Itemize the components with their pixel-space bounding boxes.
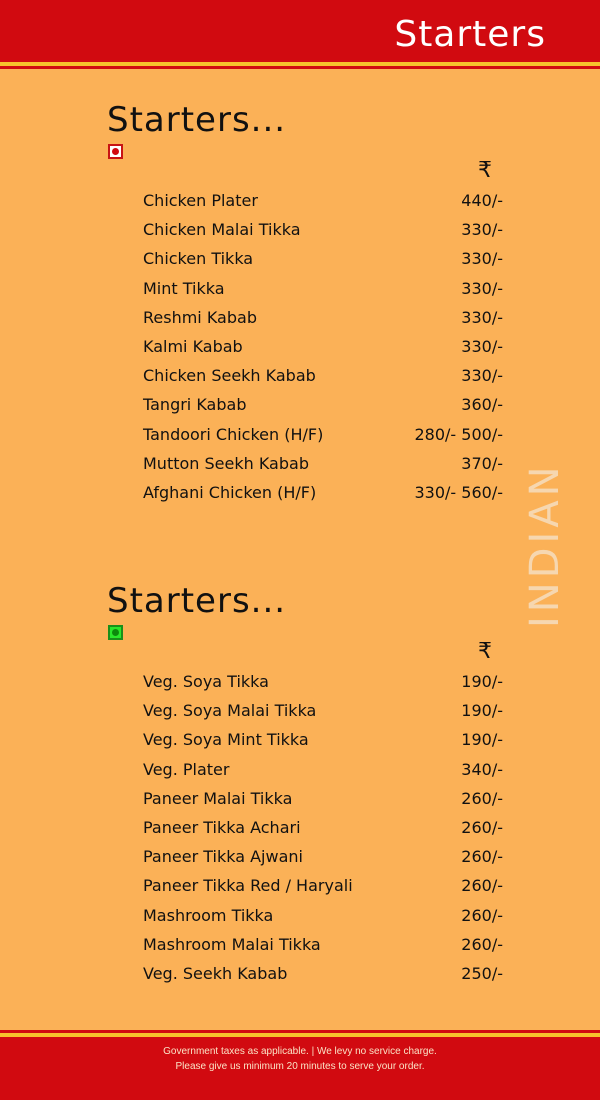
item-name: Paneer Malai Tikka (143, 788, 293, 808)
menu-item: Paneer Tikka Red / Haryali 260/- (143, 871, 503, 900)
item-price: 260/- (461, 788, 503, 808)
item-price: 330/- (461, 278, 503, 298)
item-name: Reshmi Kabab (143, 307, 257, 327)
item-name: Paneer Tikka Red / Haryali (143, 876, 353, 896)
item-name: Chicken Plater (143, 191, 258, 210)
item-name: Mashroom Tikka (143, 905, 274, 925)
menu-item: Veg. Seekh Kabab 250/- (143, 959, 503, 988)
menu-item: Chicken Tikka 330/- (143, 244, 503, 273)
item-price: 260/- (461, 905, 503, 925)
item-name: Tandoori Chicken (H/F) (143, 424, 324, 444)
menu-item: Paneer Tikka Ajwani 260/- (143, 842, 503, 871)
item-name: Veg. Seekh Kabab (143, 963, 288, 983)
item-name: Mint Tikka (143, 278, 225, 298)
item-price: 360/- (461, 395, 503, 415)
item-name: Tangri Kabab (143, 395, 247, 415)
item-price: 330/- 560/- (414, 482, 504, 502)
menu-item: Afghani Chicken (H/F) 330/- 560/- (143, 478, 503, 507)
item-name: Veg. Soya Mint Tikka (143, 730, 309, 750)
item-name: Afghani Chicken (H/F) (143, 482, 317, 502)
menu-item: Paneer Malai Tikka 260/- (143, 784, 503, 813)
section-title: Starters... (107, 100, 287, 140)
item-price: 330/- (461, 366, 503, 386)
item-price: 190/- (461, 672, 503, 691)
item-name: Veg. Soya Malai Tikka (143, 701, 317, 721)
menu-item: Chicken Seekh Kabab 330/- (143, 361, 503, 390)
menu-item: Mashroom Tikka 260/- (143, 901, 503, 930)
footer-band: Government taxes as applicable. | We lev… (0, 1037, 600, 1100)
item-price: 260/- (461, 817, 503, 837)
menu-item: Veg. Plater 340/- (143, 755, 503, 784)
non-veg-starters-section: Starters... ₹ Chicken Plater 440/- Chicke… (0, 100, 600, 520)
footer-note-serving-time: Please give us minimum 20 minutes to ser… (175, 1061, 425, 1072)
item-name: Chicken Malai Tikka (143, 220, 301, 240)
veg-starters-section: Starters... ₹ Veg. Soya Tikka 190/- Veg. … (0, 581, 600, 1001)
rupee-icon: ₹ (478, 158, 492, 183)
menu-list: Chicken Plater 440/- Chicken Malai Tikka 3… (143, 186, 503, 507)
item-name: Paneer Tikka Achari (143, 817, 301, 837)
footer-note-taxes: Government taxes as applicable. | We lev… (163, 1046, 437, 1057)
menu-item: Paneer Tikka Achari 260/- (143, 813, 503, 842)
item-price: 260/- (461, 847, 503, 867)
item-price: 190/- (461, 730, 503, 750)
item-name: Veg. Plater (143, 759, 230, 779)
menu-item: Veg. Soya Malai Tikka 190/- (143, 696, 503, 725)
cuisine-side-label: INDIAN (522, 462, 568, 628)
menu-item: Veg. Soya Tikka 190/- (143, 667, 503, 696)
item-name: Veg. Soya Tikka (143, 672, 269, 691)
header-band: Starters (0, 0, 600, 62)
rupee-icon: ₹ (478, 639, 492, 664)
menu-item: Reshmi Kabab 330/- (143, 303, 503, 332)
item-price: 330/- (461, 220, 503, 240)
item-price: 330/- (461, 307, 503, 327)
non-veg-mark-icon (108, 144, 123, 159)
menu-item: Mint Tikka 330/- (143, 274, 503, 303)
item-name: Kalmi Kabab (143, 336, 243, 356)
menu-item: Tandoori Chicken (H/F) 280/- 500/- (143, 420, 503, 449)
menu-list: Veg. Soya Tikka 190/- Veg. Soya Malai Tik… (143, 667, 503, 988)
item-name: Chicken Tikka (143, 249, 254, 269)
item-price: 330/- (461, 336, 503, 356)
item-price: 260/- (461, 934, 503, 954)
item-price: 440/- (461, 191, 503, 210)
item-name: Mutton Seekh Kabab (143, 453, 309, 473)
menu-item: Veg. Soya Mint Tikka 190/- (143, 725, 503, 754)
menu-item: Chicken Plater 440/- (143, 186, 503, 215)
item-price: 280/- 500/- (414, 424, 504, 444)
item-price: 190/- (461, 701, 503, 721)
section-title: Starters... (107, 581, 287, 621)
item-price: 250/- (461, 963, 503, 983)
item-name: Paneer Tikka Ajwani (143, 847, 303, 867)
menu-item: Mashroom Malai Tikka 260/- (143, 930, 503, 959)
item-name: Chicken Seekh Kabab (143, 366, 316, 386)
item-price: 370/- (461, 453, 503, 473)
menu-item: Tangri Kabab 360/- (143, 390, 503, 419)
page-title: Starters (394, 14, 546, 55)
menu-item: Kalmi Kabab 330/- (143, 332, 503, 361)
header-red-rule (0, 66, 600, 69)
veg-mark-icon (108, 625, 123, 640)
menu-item: Mutton Seekh Kabab 370/- (143, 449, 503, 478)
item-price: 330/- (461, 249, 503, 269)
item-name: Mashroom Malai Tikka (143, 934, 321, 954)
item-price: 340/- (461, 759, 503, 779)
menu-item: Chicken Malai Tikka 330/- (143, 215, 503, 244)
item-price: 260/- (461, 876, 503, 896)
